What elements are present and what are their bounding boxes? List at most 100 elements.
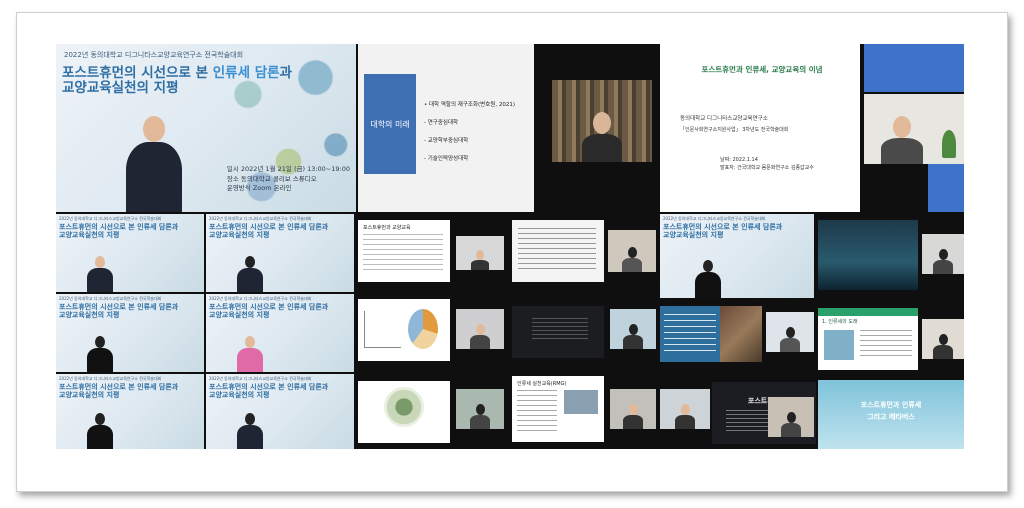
speaker-head bbox=[245, 256, 255, 268]
small-poster: 2022년 동의대학교 디그니타스교양교육연구소 전국학술대회 포스트휴먼의 시… bbox=[206, 214, 354, 292]
participant-camera bbox=[766, 312, 814, 352]
participant-camera bbox=[610, 309, 656, 349]
network-cluster bbox=[384, 387, 424, 427]
speaker-body bbox=[237, 425, 263, 449]
slide-sidebar-label: 대학의 미래 bbox=[370, 119, 410, 129]
small-poster-header: 2022년 동의대학교 디그니타스교양교육연구소 전국학술대회 bbox=[209, 376, 312, 381]
participant-person bbox=[675, 404, 695, 429]
small-poster-title: 포스트휴먼의 시선으로 본 인류세 담론과 교양교육실천의 지평 bbox=[209, 303, 329, 320]
participant-head bbox=[893, 116, 911, 138]
slide-title-text: 포스트휴먼과 인류세, 교양교육의 이념 bbox=[701, 65, 823, 74]
small-poster-header: 2022년 동의대학교 디그니타스교양교육연구소 전국학술대회 bbox=[59, 376, 162, 381]
participant-person bbox=[780, 327, 800, 352]
poster-header: 2022년 동의대학교 디그니타스교양교육연구소 전국학술대회 bbox=[64, 51, 244, 59]
slide-text-lines bbox=[860, 330, 912, 360]
slide-header-bar bbox=[818, 308, 918, 316]
speaker bbox=[236, 413, 264, 449]
slide-document bbox=[512, 220, 604, 282]
participant-body bbox=[471, 260, 489, 270]
small-poster-header: 2022년 동의대학교 디그니타스교양교육연구소 전국학술대회 bbox=[663, 216, 766, 221]
main-poster-panel: 2022년 동의대학교 디그니타스교양교육연구소 전국학술대회 포스트휴먼의 시… bbox=[56, 44, 356, 212]
title-line: 교양교육실천의 지평 bbox=[663, 230, 724, 239]
plant bbox=[942, 130, 956, 158]
speaker-body bbox=[87, 425, 113, 449]
poster-info-date: 일시 2022년 1월 21일 (금) 13:00~19:00 bbox=[226, 164, 350, 173]
participant-head bbox=[627, 247, 637, 258]
diagram-lines bbox=[364, 311, 401, 348]
small-poster: 2022년 동의대학교 디그니타스교양교육연구소 전국학술대회 포스트휴먼의 시… bbox=[206, 294, 354, 372]
slide-items: • 대학 역할의 재구조화(변호원, 2021) - 연구중심대학 - 교양학부… bbox=[424, 96, 515, 168]
participant-head bbox=[785, 327, 795, 338]
participant-camera bbox=[660, 389, 710, 429]
participant-body bbox=[881, 138, 923, 164]
participant-person bbox=[933, 249, 953, 274]
poster-title-part: 포스트휴먼의 시선으로 본 bbox=[62, 65, 213, 81]
participant-head bbox=[593, 112, 611, 134]
participant-body bbox=[933, 260, 953, 274]
slide-network-diagram bbox=[358, 381, 450, 443]
slide-title-org2: 「인문사회연구소지원사업」 3차년도 전국학술대회 bbox=[680, 127, 789, 133]
participant-camera bbox=[610, 389, 656, 429]
slide-title-date: 날짜: 2022.1.14 bbox=[720, 157, 758, 163]
participant-person bbox=[622, 247, 642, 272]
slide-text-lines bbox=[532, 318, 588, 342]
participant-person bbox=[781, 412, 801, 437]
slide-diagram bbox=[358, 299, 450, 361]
participant-body bbox=[470, 415, 490, 429]
slide-metaverse: 포스트휴먼과 인류세 그리고 메타버스 bbox=[818, 380, 964, 449]
image-rocks bbox=[720, 306, 762, 362]
speaker bbox=[86, 256, 114, 292]
small-poster: 2022년 동의대학교 디그니타스교양교육연구소 전국학술대회 포스트휴먼의 시… bbox=[206, 374, 354, 449]
speaker bbox=[694, 260, 722, 298]
slide-pedagogy: 인류세 실천교육(RMG) bbox=[512, 376, 604, 442]
title-line: 교양교육실천의 지평 bbox=[209, 230, 270, 239]
slide-title-presenter: 발표자: 건국대학교 몸문화연구소 김종갑교수 bbox=[720, 165, 814, 171]
slide-text-lines bbox=[363, 234, 443, 274]
small-poster-title: 포스트휴먼의 시선으로 본 인류세 담론과 교양교육실천의 지평 bbox=[209, 223, 329, 240]
poster-info-place: 장소 동의대학교 콜리보 스튜디오 bbox=[226, 174, 317, 183]
slide-image bbox=[824, 330, 854, 360]
participant-person bbox=[881, 116, 923, 164]
participant-person bbox=[470, 404, 490, 429]
slide-item: - 기술인력양성대학 bbox=[424, 156, 469, 162]
small-poster: 2022년 동의대학교 디그니타스교양교육연구소 전국학술대회 포스트휴먼의 시… bbox=[660, 214, 814, 298]
participant-head bbox=[475, 404, 485, 415]
poster-title: 포스트휴먼의 시선으로 본 인류세 담론과 교양교육실천의 지평 bbox=[62, 65, 292, 97]
participant-head bbox=[938, 334, 948, 345]
participant-head bbox=[476, 250, 484, 260]
participant-body bbox=[582, 134, 622, 162]
speaker bbox=[86, 336, 114, 372]
slide-text-lines bbox=[517, 390, 557, 434]
participant-person bbox=[470, 324, 490, 349]
speaker-head bbox=[703, 260, 713, 272]
speaker-head bbox=[95, 336, 105, 348]
title-line: 포스트휴먼의 시선으로 본 인류세 담론과 bbox=[663, 223, 783, 231]
speaker-head bbox=[245, 413, 255, 425]
poster-title-highlight: 인류세 담론 bbox=[212, 65, 280, 81]
title-line: 포스트휴먼의 시선으로 본 인류세 담론과 bbox=[59, 383, 179, 391]
poster-title-part: 교양교육실천 bbox=[62, 80, 137, 97]
slide-item: • 대학 역할의 재구조화(변호원, 2021) bbox=[424, 102, 515, 108]
small-poster-header: 2022년 동의대학교 디그니타스교양교육연구소 전국학술대회 bbox=[59, 216, 162, 221]
participant-head bbox=[628, 324, 638, 335]
slide-posthuman-edu: 포스트휴먼과 교양교육 bbox=[358, 220, 450, 282]
speaker-head bbox=[95, 256, 105, 268]
speaker-body bbox=[695, 272, 721, 298]
speaker-body bbox=[87, 348, 113, 372]
slide-item: - 교양학부중심대학 bbox=[424, 138, 469, 144]
participant-person bbox=[623, 404, 643, 429]
participant-camera bbox=[456, 309, 504, 349]
title-line: 포스트휴먼의 시선으로 본 인류세 담론과 bbox=[209, 303, 329, 311]
participant-person bbox=[933, 334, 953, 359]
small-poster-title: 포스트휴먼의 시선으로 본 인류세 담론과 교양교육실천의 지평 bbox=[209, 383, 329, 400]
slide-image bbox=[564, 390, 598, 414]
video-conference-collage: 2022년 동의대학교 디그니타스교양교육연구소 전국학술대회 포스트휴먼의 시… bbox=[56, 44, 964, 449]
slide-text-lines bbox=[518, 228, 596, 272]
participant-body bbox=[933, 345, 953, 359]
metaverse-title-b: 그리고 메타버스 bbox=[867, 413, 915, 421]
title-line: 포스트휴먼의 시선으로 본 인류세 담론과 bbox=[209, 223, 329, 231]
participant-head bbox=[938, 249, 948, 260]
title-line: 포스트휴먼의 시선으로 본 인류세 담론과 bbox=[209, 383, 329, 391]
slide-heading: 인류세 실천교육(RMG) bbox=[517, 381, 567, 387]
speaker-body bbox=[87, 268, 113, 292]
